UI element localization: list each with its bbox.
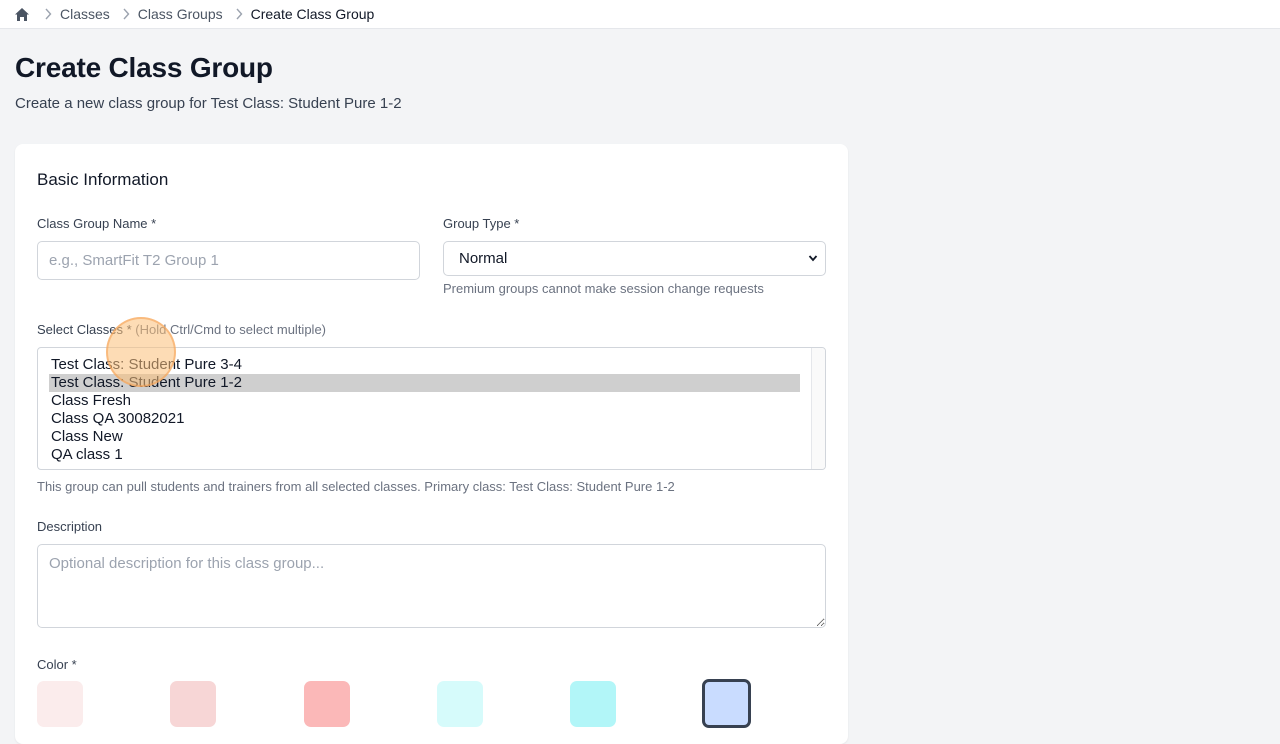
group-type-label: Group Type * bbox=[443, 216, 520, 231]
color-swatch[interactable] bbox=[570, 681, 616, 727]
group-name-input[interactable] bbox=[37, 241, 420, 280]
page-subtitle: Create a new class group for Test Class:… bbox=[15, 95, 402, 112]
breadcrumb-current: Create Class Group bbox=[250, 6, 375, 22]
group-name-label: Class Group Name * bbox=[37, 216, 157, 231]
chevron-down-icon bbox=[808, 250, 818, 267]
color-swatch[interactable] bbox=[170, 681, 216, 727]
group-type-help: Premium groups cannot make session chang… bbox=[443, 281, 764, 296]
listbox-scrollbar[interactable] bbox=[811, 348, 825, 469]
class-option[interactable]: Test Class: Student Pure 1-2 bbox=[49, 374, 800, 392]
description-label: Description bbox=[37, 519, 103, 534]
class-option[interactable]: QA class 1 bbox=[49, 446, 800, 464]
group-type-select[interactable]: Normal bbox=[443, 241, 826, 276]
color-swatch[interactable] bbox=[304, 681, 350, 727]
color-swatch[interactable] bbox=[37, 681, 83, 727]
classes-label-text: Select Classes * bbox=[37, 322, 132, 337]
classes-label-hint: (Hold Ctrl/Cmd to select multiple) bbox=[135, 322, 326, 337]
classes-help: This group can pull students and trainer… bbox=[37, 479, 675, 494]
chevron-right-icon bbox=[44, 8, 52, 20]
description-textarea[interactable] bbox=[37, 544, 826, 628]
classes-multiselect[interactable]: Test Class: Student Pure 3-4 Test Class:… bbox=[37, 347, 826, 470]
breadcrumb-class-groups[interactable]: Class Groups bbox=[138, 6, 223, 22]
color-swatch-selected[interactable] bbox=[702, 679, 751, 728]
chevron-right-icon bbox=[235, 8, 243, 20]
page-title: Create Class Group bbox=[15, 52, 273, 83]
class-option[interactable]: Class QA 30082021 bbox=[49, 410, 800, 428]
home-icon[interactable] bbox=[14, 7, 30, 22]
color-swatch[interactable] bbox=[437, 681, 483, 727]
breadcrumb-classes[interactable]: Classes bbox=[60, 6, 110, 22]
color-label: Color * bbox=[37, 657, 77, 672]
class-option[interactable]: Class Fresh bbox=[49, 392, 800, 410]
class-option[interactable]: Class New bbox=[49, 428, 800, 446]
basic-information-card: Basic Information Class Group Name * Gro… bbox=[15, 144, 848, 744]
chevron-right-icon bbox=[122, 8, 130, 20]
section-title: Basic Information bbox=[37, 170, 169, 189]
classes-label: Select Classes * (Hold Ctrl/Cmd to selec… bbox=[37, 322, 326, 337]
group-type-value: Normal bbox=[459, 250, 508, 267]
class-option[interactable]: Test Class: Student Pure 3-4 bbox=[49, 356, 800, 374]
breadcrumb: Classes Class Groups Create Class Group bbox=[0, 0, 1280, 29]
